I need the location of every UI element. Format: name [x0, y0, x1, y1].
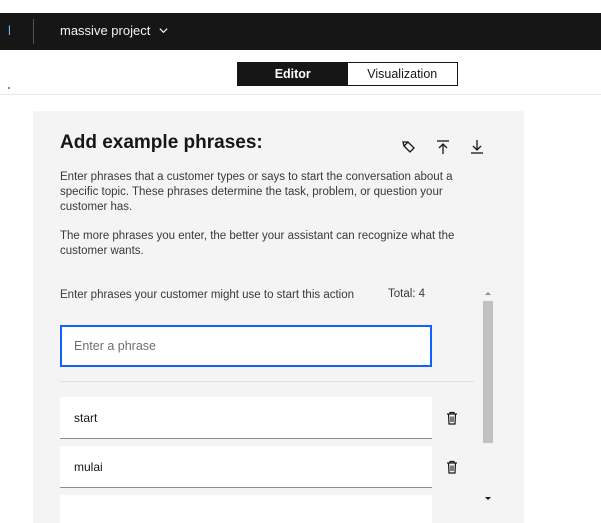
phrase-input[interactable] — [60, 325, 432, 367]
pencil-icon — [402, 141, 415, 153]
top-bar-divider — [33, 19, 34, 44]
tab-visualization[interactable]: Visualization — [347, 63, 457, 85]
phrase-row[interactable] — [60, 495, 432, 523]
tab-editor[interactable]: Editor — [238, 63, 348, 85]
upload-icon — [437, 140, 449, 154]
panel-title: Add example phrases: — [60, 132, 263, 153]
chevron-down-icon — [159, 28, 168, 34]
phrase-text: mulai — [74, 459, 103, 474]
phrase-list-divider — [60, 381, 474, 382]
upload-button[interactable] — [434, 138, 452, 156]
panel-description: Enter phrases that a customer types or s… — [60, 171, 453, 213]
phrase-row[interactable]: mulai — [60, 446, 432, 488]
scroll-up-arrow-icon[interactable] — [483, 289, 493, 297]
phrase-text: start — [74, 410, 98, 425]
download-button[interactable] — [468, 138, 486, 156]
header-divider — [0, 94, 601, 95]
view-switcher: Editor Visualization — [237, 62, 458, 86]
example-phrases-panel: Add example phrases: Enter phrases that … — [33, 111, 524, 523]
delete-phrase-button[interactable] — [445, 460, 459, 474]
project-name: massive project — [60, 23, 151, 38]
app-mark: l — [8, 23, 11, 38]
panel-hint: The more phrases you enter, the better y… — [60, 230, 455, 257]
phrase-field-label: Enter phrases your customer might use to… — [60, 289, 355, 301]
delete-phrase-button[interactable] — [445, 411, 459, 425]
phrase-row[interactable]: start — [60, 397, 432, 439]
top-bar: l massive project — [0, 13, 601, 50]
scroll-down-arrow-icon[interactable] — [483, 495, 493, 503]
edit-button[interactable] — [400, 138, 418, 156]
trash-icon — [447, 411, 457, 425]
scrollbar-thumb[interactable] — [483, 301, 493, 443]
download-icon — [471, 140, 483, 154]
decorative-dot — [8, 87, 10, 89]
trash-icon — [447, 460, 457, 474]
project-switcher[interactable]: massive project — [60, 23, 169, 38]
phrase-total-count: Total: 4 — [388, 288, 426, 300]
